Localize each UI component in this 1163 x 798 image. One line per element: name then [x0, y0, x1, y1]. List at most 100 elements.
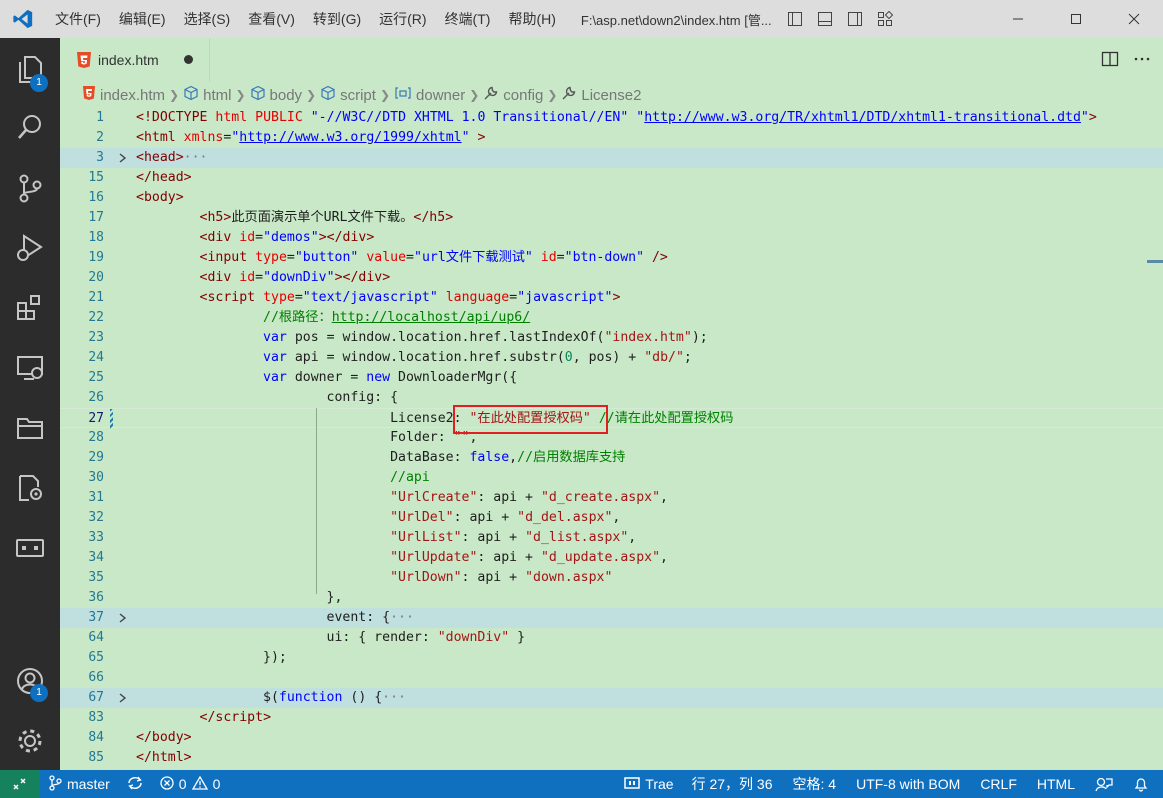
breadcrumb-config[interactable]: config — [483, 85, 543, 105]
sync-button[interactable] — [118, 770, 152, 798]
code-line[interactable]: 35 "UrlDown": api + "down.aspx" — [60, 568, 1163, 588]
code-line[interactable]: 67 $(function () {··· — [60, 688, 1163, 708]
manage-gear-icon[interactable] — [0, 716, 60, 766]
code-line[interactable]: 37 event: {··· — [60, 608, 1163, 628]
menu-terminal[interactable]: 终端(T) — [436, 0, 500, 38]
breadcrumb-downer[interactable]: downer — [394, 85, 465, 105]
notifications-bell-icon[interactable] — [1123, 770, 1163, 798]
code-editor[interactable]: 85 </html> 84 </body> 83 </script> 67 $(funct… — [60, 108, 1163, 770]
chevron-right-icon: ❯ — [235, 88, 246, 102]
settings-sync-icon[interactable] — [0, 463, 60, 513]
code-text: $(function () {··· — [136, 690, 406, 705]
fold-chevron-icon[interactable] — [116, 688, 130, 708]
code-line[interactable]: 26 config: { — [60, 388, 1163, 408]
language-mode[interactable]: HTML — [1027, 770, 1085, 798]
status-bar-right: Trae 行 27，列 36 空格: 4 UTF-8 with BOM CRLF… — [616, 770, 1163, 798]
trae-extension[interactable]: Trae — [616, 770, 681, 798]
cursor-position[interactable]: 行 27，列 36 — [682, 770, 783, 798]
menu-selection[interactable]: 选择(S) — [175, 0, 240, 38]
unsaved-dot-icon[interactable] — [184, 55, 193, 64]
code-line[interactable]: 66 — [60, 668, 1163, 688]
customize-layout-icon[interactable] — [873, 0, 897, 38]
accounts-icon[interactable]: 1 — [0, 656, 60, 706]
code-line[interactable]: 34 "UrlUpdate": api + "d_update.aspx", — [60, 548, 1163, 568]
code-text: var pos = window.location.href.lastIndex… — [263, 330, 708, 345]
code-line[interactable]: 24 var api = window.location.href.substr… — [60, 348, 1163, 368]
code-line[interactable]: 18 <div id="demos"></div> — [60, 228, 1163, 248]
menu-view[interactable]: 查看(V) — [239, 0, 304, 38]
remote-indicator-icon[interactable] — [0, 770, 40, 798]
code-line[interactable]: 85 </html> — [60, 748, 1163, 768]
fold-chevron-icon[interactable] — [116, 148, 130, 168]
feedback-icon[interactable] — [1085, 770, 1123, 798]
toggle-secondary-sidebar-icon[interactable] — [843, 0, 867, 38]
close-icon[interactable] — [1105, 0, 1163, 38]
wrench-icon — [483, 85, 499, 105]
code-line[interactable]: 64 ui: { render: "downDiv" } — [60, 628, 1163, 648]
menu-help[interactable]: 帮助(H) — [499, 0, 564, 38]
code-line[interactable]: 65 }); — [60, 648, 1163, 668]
explorer-icon[interactable]: 1 — [0, 44, 60, 94]
line-ending[interactable]: CRLF — [970, 770, 1027, 798]
split-editor-icon[interactable] — [1101, 50, 1119, 71]
problems-indicator[interactable]: 0 0 — [152, 770, 229, 798]
minimize-icon[interactable] — [989, 0, 1047, 38]
remote-explorer-icon[interactable] — [0, 343, 60, 393]
code-text: License2: "在此处配置授权码" //请在此处配置授权码 — [136, 411, 734, 426]
code-line[interactable]: 36 }, — [60, 588, 1163, 608]
toggle-panel-icon[interactable] — [813, 0, 837, 38]
git-branch[interactable]: master — [40, 770, 118, 798]
code-text: ui: { render: "downDiv" } — [136, 630, 526, 645]
breadcrumb-script[interactable]: script — [320, 85, 376, 105]
code-text: <script type="text/javascript" language=… — [199, 290, 621, 305]
code-line[interactable]: 25 var downer = new DownloaderMgr({ — [60, 368, 1163, 388]
code-line[interactable]: 20 <div id="downDiv"></div> — [60, 268, 1163, 288]
menu-run[interactable]: 运行(R) — [370, 0, 435, 38]
code-line[interactable]: 27 License2: "在此处配置授权码" //请在此处配置授权码 — [60, 408, 1163, 429]
code-line[interactable]: 3 <head>··· — [60, 148, 1163, 168]
breadcrumb-license2[interactable]: License2 — [561, 85, 641, 105]
code-line[interactable]: 33 "UrlList": api + "d_list.aspx", — [60, 528, 1163, 548]
code-line[interactable]: 29 DataBase: false,//启用数据库支持 — [60, 448, 1163, 468]
code-line[interactable]: 28 Folder: "", — [60, 428, 1163, 448]
run-debug-icon[interactable] — [0, 223, 60, 273]
code-text: var downer = new DownloaderMgr({ — [263, 370, 518, 385]
more-actions-icon[interactable] — [1133, 50, 1151, 71]
line-number: 23 — [88, 330, 104, 345]
code-line[interactable]: 19 <input type="button" value="url文件下载测试… — [60, 248, 1163, 268]
maximize-icon[interactable] — [1047, 0, 1105, 38]
line-number: 34 — [88, 550, 104, 565]
code-line[interactable]: 16 <body> — [60, 188, 1163, 208]
extensions-icon[interactable] — [0, 283, 60, 333]
folder-icon[interactable] — [0, 403, 60, 453]
code-line[interactable]: 17 <h5>此页面演示单个URL文件下载。</h5> — [60, 208, 1163, 228]
toggle-primary-sidebar-icon[interactable] — [783, 0, 807, 38]
code-line[interactable]: 83 </script> — [60, 708, 1163, 728]
fold-chevron-icon[interactable] — [116, 608, 130, 628]
menu-edit[interactable]: 编辑(E) — [110, 0, 175, 38]
line-number: 1 — [96, 110, 104, 125]
breadcrumb-file[interactable]: index.htm — [82, 85, 165, 105]
line-number: 30 — [88, 470, 104, 485]
code-line[interactable]: 1 <!DOCTYPE html PUBLIC "-//W3C//DTD XHTM… — [60, 108, 1163, 128]
remote-icon[interactable] — [0, 523, 60, 573]
code-line[interactable]: 2 <html xmlns="http://www.w3.org/1999/xht… — [60, 128, 1163, 148]
error-count: 0 — [178, 776, 187, 792]
menu-go[interactable]: 转到(G) — [304, 0, 370, 38]
breadcrumb-html[interactable]: html — [183, 85, 231, 105]
code-line[interactable]: 32 "UrlDel": api + "d_del.aspx", — [60, 508, 1163, 528]
code-line[interactable]: 22 //根路径：http://localhost/api/up6/ — [60, 308, 1163, 328]
code-line[interactable]: 21 <script type="text/javascript" langua… — [60, 288, 1163, 308]
menu-file[interactable]: 文件(F) — [46, 0, 110, 38]
search-icon[interactable] — [0, 102, 60, 152]
code-line[interactable]: 30 //api — [60, 468, 1163, 488]
tab-index-htm[interactable]: index.htm — [60, 38, 210, 82]
file-encoding[interactable]: UTF-8 with BOM — [846, 770, 970, 798]
breadcrumb-body[interactable]: body — [250, 85, 302, 105]
source-control-icon[interactable] — [0, 163, 60, 213]
code-line[interactable]: 31 "UrlCreate": api + "d_create.aspx", — [60, 488, 1163, 508]
indentation[interactable]: 空格: 4 — [783, 770, 847, 798]
code-line[interactable]: 23 var pos = window.location.href.lastIn… — [60, 328, 1163, 348]
code-line[interactable]: 84 </body> — [60, 728, 1163, 748]
code-line[interactable]: 15 </head> — [60, 168, 1163, 188]
